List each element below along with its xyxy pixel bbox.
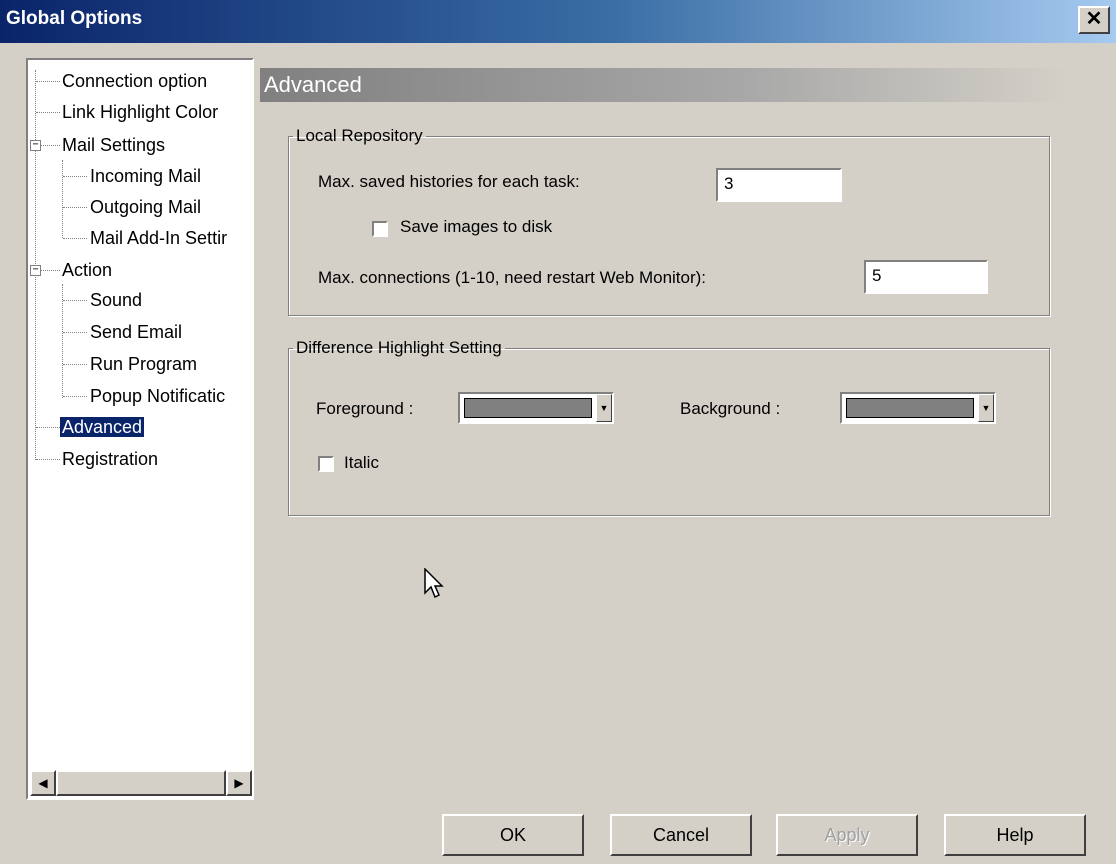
tree-connector [36,81,60,82]
tree-connector [63,364,87,365]
max-histories-input[interactable]: 3 [716,168,842,202]
tree-item-send-email[interactable]: Send Email [88,321,184,343]
dropdown-arrow-icon[interactable]: ▼ [978,394,994,422]
foreground-label: Foreground : [316,399,414,418]
tree-item-incoming-mail[interactable]: Incoming Mail [88,165,203,187]
tree-connector [36,112,60,113]
tree-connector [36,427,60,428]
background-color-picker[interactable]: ▼ [840,392,996,424]
max-connections-input[interactable]: 5 [864,260,988,294]
tree-connector [63,332,87,333]
difference-highlight-group: Difference Highlight Setting [288,338,1050,516]
close-icon[interactable]: ✕ [1078,6,1110,34]
tree-connector [63,176,87,177]
title-bar[interactable]: Global Options ✕ [0,0,1116,43]
cancel-button[interactable]: Cancel [610,814,752,856]
options-tree[interactable]: − − Connection option Link Highlight Col… [26,58,254,800]
difference-highlight-legend: Difference Highlight Setting [296,338,502,357]
tree-connector [63,396,87,397]
tree-item-mail-add-in-settings[interactable]: Mail Add-In Settir [88,227,229,249]
tree-item-connection-option[interactable]: Connection option [60,70,209,92]
scroll-thumb[interactable] [56,770,226,796]
tree-item-action[interactable]: Action [60,259,114,281]
help-button[interactable]: Help [944,814,1086,856]
tree-connector [63,207,87,208]
window-title: Global Options [6,8,143,29]
tree-item-outgoing-mail[interactable]: Outgoing Mail [88,196,203,218]
save-images-checkbox[interactable] [372,221,388,237]
section-title: Advanced [260,68,1068,102]
scroll-left-icon[interactable]: ◀ [30,770,56,796]
italic-checkbox[interactable] [318,456,334,472]
scroll-right-icon[interactable]: ▶ [226,770,252,796]
horizontal-scrollbar[interactable]: ◀ ▶ [30,770,252,796]
tree-item-registration[interactable]: Registration [60,448,160,470]
tree-item-advanced[interactable]: Advanced [60,416,145,438]
tree-item-run-program[interactable]: Run Program [88,353,199,375]
foreground-color-swatch [464,398,592,418]
tree-connector [63,238,87,239]
foreground-color-picker[interactable]: ▼ [458,392,614,424]
save-images-label: Save images to disk [400,217,553,236]
ok-button[interactable]: OK [442,814,584,856]
apply-button[interactable]: Apply [776,814,918,856]
tree-connector [41,270,60,271]
background-label: Background : [680,399,781,418]
collapse-icon[interactable]: − [30,140,41,151]
tree-item-sound[interactable]: Sound [88,289,144,311]
tree-connector [41,145,60,146]
local-repository-legend: Local Repository [296,126,423,145]
background-color-swatch [846,398,974,418]
tree-connector [36,459,60,460]
tree-connector [62,284,63,398]
tree-item-mail-settings[interactable]: Mail Settings [60,134,167,156]
tree-connector [62,160,63,238]
max-connections-label: Max. connections (1-10, need restart Web… [318,268,707,287]
tree-connector [63,300,87,301]
max-histories-label: Max. saved histories for each task: [318,172,580,191]
tree-item-link-highlight-color[interactable]: Link Highlight Color [60,101,220,123]
dropdown-arrow-icon[interactable]: ▼ [596,394,612,422]
collapse-icon[interactable]: − [30,265,41,276]
mouse-cursor-icon [424,568,444,599]
italic-label: Italic [344,453,379,472]
tree-item-popup-notification[interactable]: Popup Notificatic [88,385,227,407]
